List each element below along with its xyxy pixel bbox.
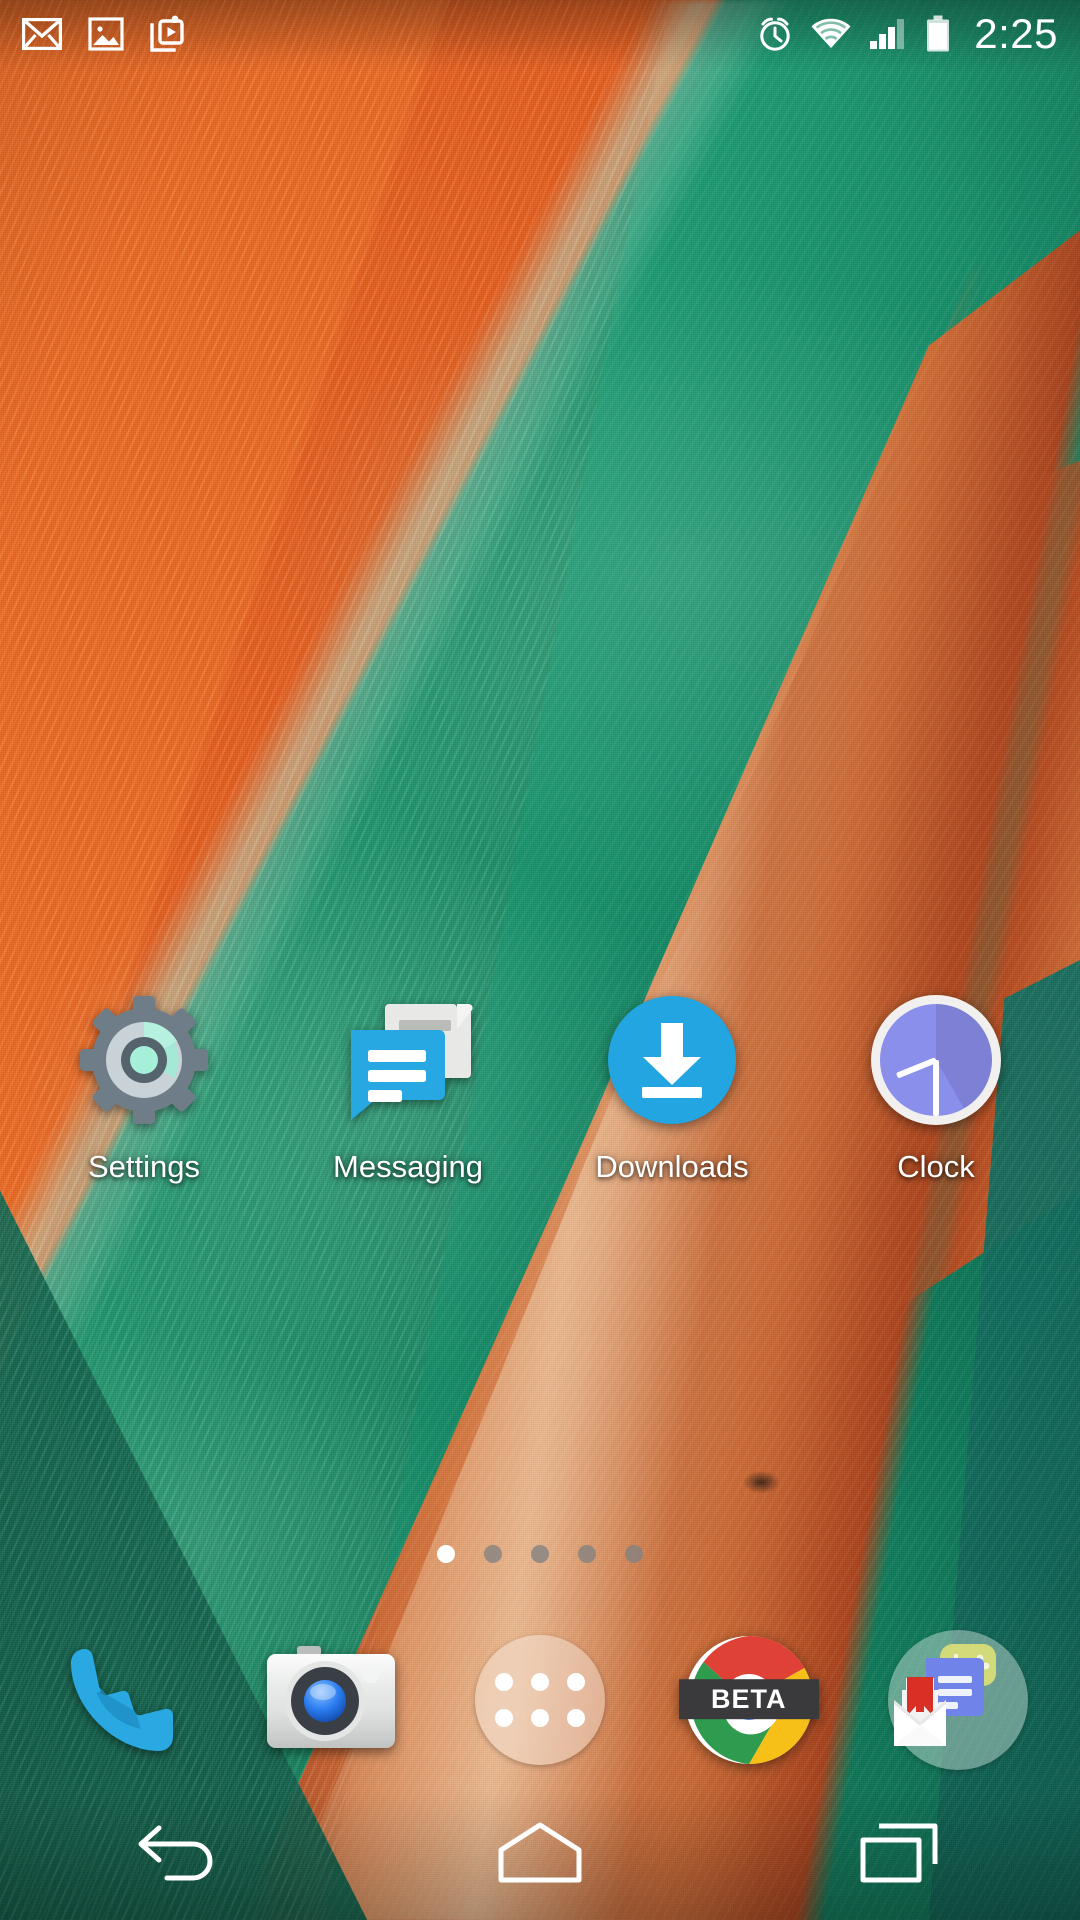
dock-item-folder[interactable] (873, 1625, 1043, 1775)
play-store-download-icon (150, 15, 184, 58)
navigation-bar (0, 1790, 1080, 1920)
chrome-beta-badge: BETA (678, 1679, 819, 1720)
recents-button[interactable] (810, 1790, 990, 1920)
app-label: Clock (897, 1149, 975, 1184)
dock: BETA (0, 1620, 1080, 1780)
page-dot-2[interactable] (484, 1545, 502, 1563)
app-drawer-icon[interactable] (474, 1635, 605, 1765)
dock-item-app-drawer[interactable] (455, 1625, 625, 1775)
page-dot-1[interactable] (437, 1545, 455, 1563)
app-icon-downloads[interactable]: Downloads (562, 985, 782, 1185)
recents-icon (859, 1820, 941, 1891)
clock-face-icon (861, 985, 1011, 1135)
cellular-signal-icon (868, 17, 910, 56)
app-icon-clock[interactable]: Clock (826, 985, 1046, 1185)
back-button[interactable] (90, 1790, 270, 1920)
messaging-bubble-icon (333, 985, 483, 1135)
gmail-notification-icon (22, 17, 62, 55)
page-indicator[interactable] (0, 1545, 1080, 1563)
home-button[interactable] (450, 1790, 630, 1920)
app-label: Downloads (595, 1149, 749, 1184)
camera-icon (265, 1644, 397, 1756)
status-bar[interactable]: 2:25 (0, 0, 1080, 72)
status-bar-clock: 2:25 (974, 10, 1058, 57)
home-screen: 2:25 Settings Messaging Downloads Clock … (0, 0, 1080, 1920)
chrome-icon: BETA (678, 1634, 819, 1766)
page-dot-5[interactable] (625, 1545, 643, 1563)
status-bar-notifications[interactable] (22, 15, 184, 58)
home-icon (495, 1820, 585, 1891)
wifi-icon (809, 17, 853, 56)
app-folder-icon[interactable] (887, 1630, 1028, 1770)
phone-handset-icon (63, 1641, 181, 1759)
app-icon-settings[interactable]: Settings (34, 985, 254, 1185)
dock-item-camera[interactable] (246, 1625, 416, 1775)
screenshot-notification-icon (88, 16, 124, 57)
downloads-arrow-icon (597, 985, 747, 1135)
page-dot-4[interactable] (578, 1545, 596, 1563)
app-icon-messaging[interactable]: Messaging (298, 985, 518, 1185)
app-label: Settings (87, 1149, 200, 1184)
page-dot-3[interactable] (531, 1545, 549, 1563)
dock-item-chrome-beta[interactable]: BETA (664, 1625, 834, 1775)
back-arrow-icon (137, 1822, 223, 1889)
status-bar-system-icons[interactable]: 2:25 (756, 13, 1058, 59)
alarm-icon (756, 15, 794, 58)
app-icon-grid: Settings Messaging Downloads Clock (0, 985, 1080, 1185)
settings-gear-icon (69, 985, 219, 1135)
dock-item-phone[interactable] (37, 1625, 207, 1775)
battery-icon (925, 15, 951, 58)
app-label: Messaging (333, 1149, 483, 1184)
